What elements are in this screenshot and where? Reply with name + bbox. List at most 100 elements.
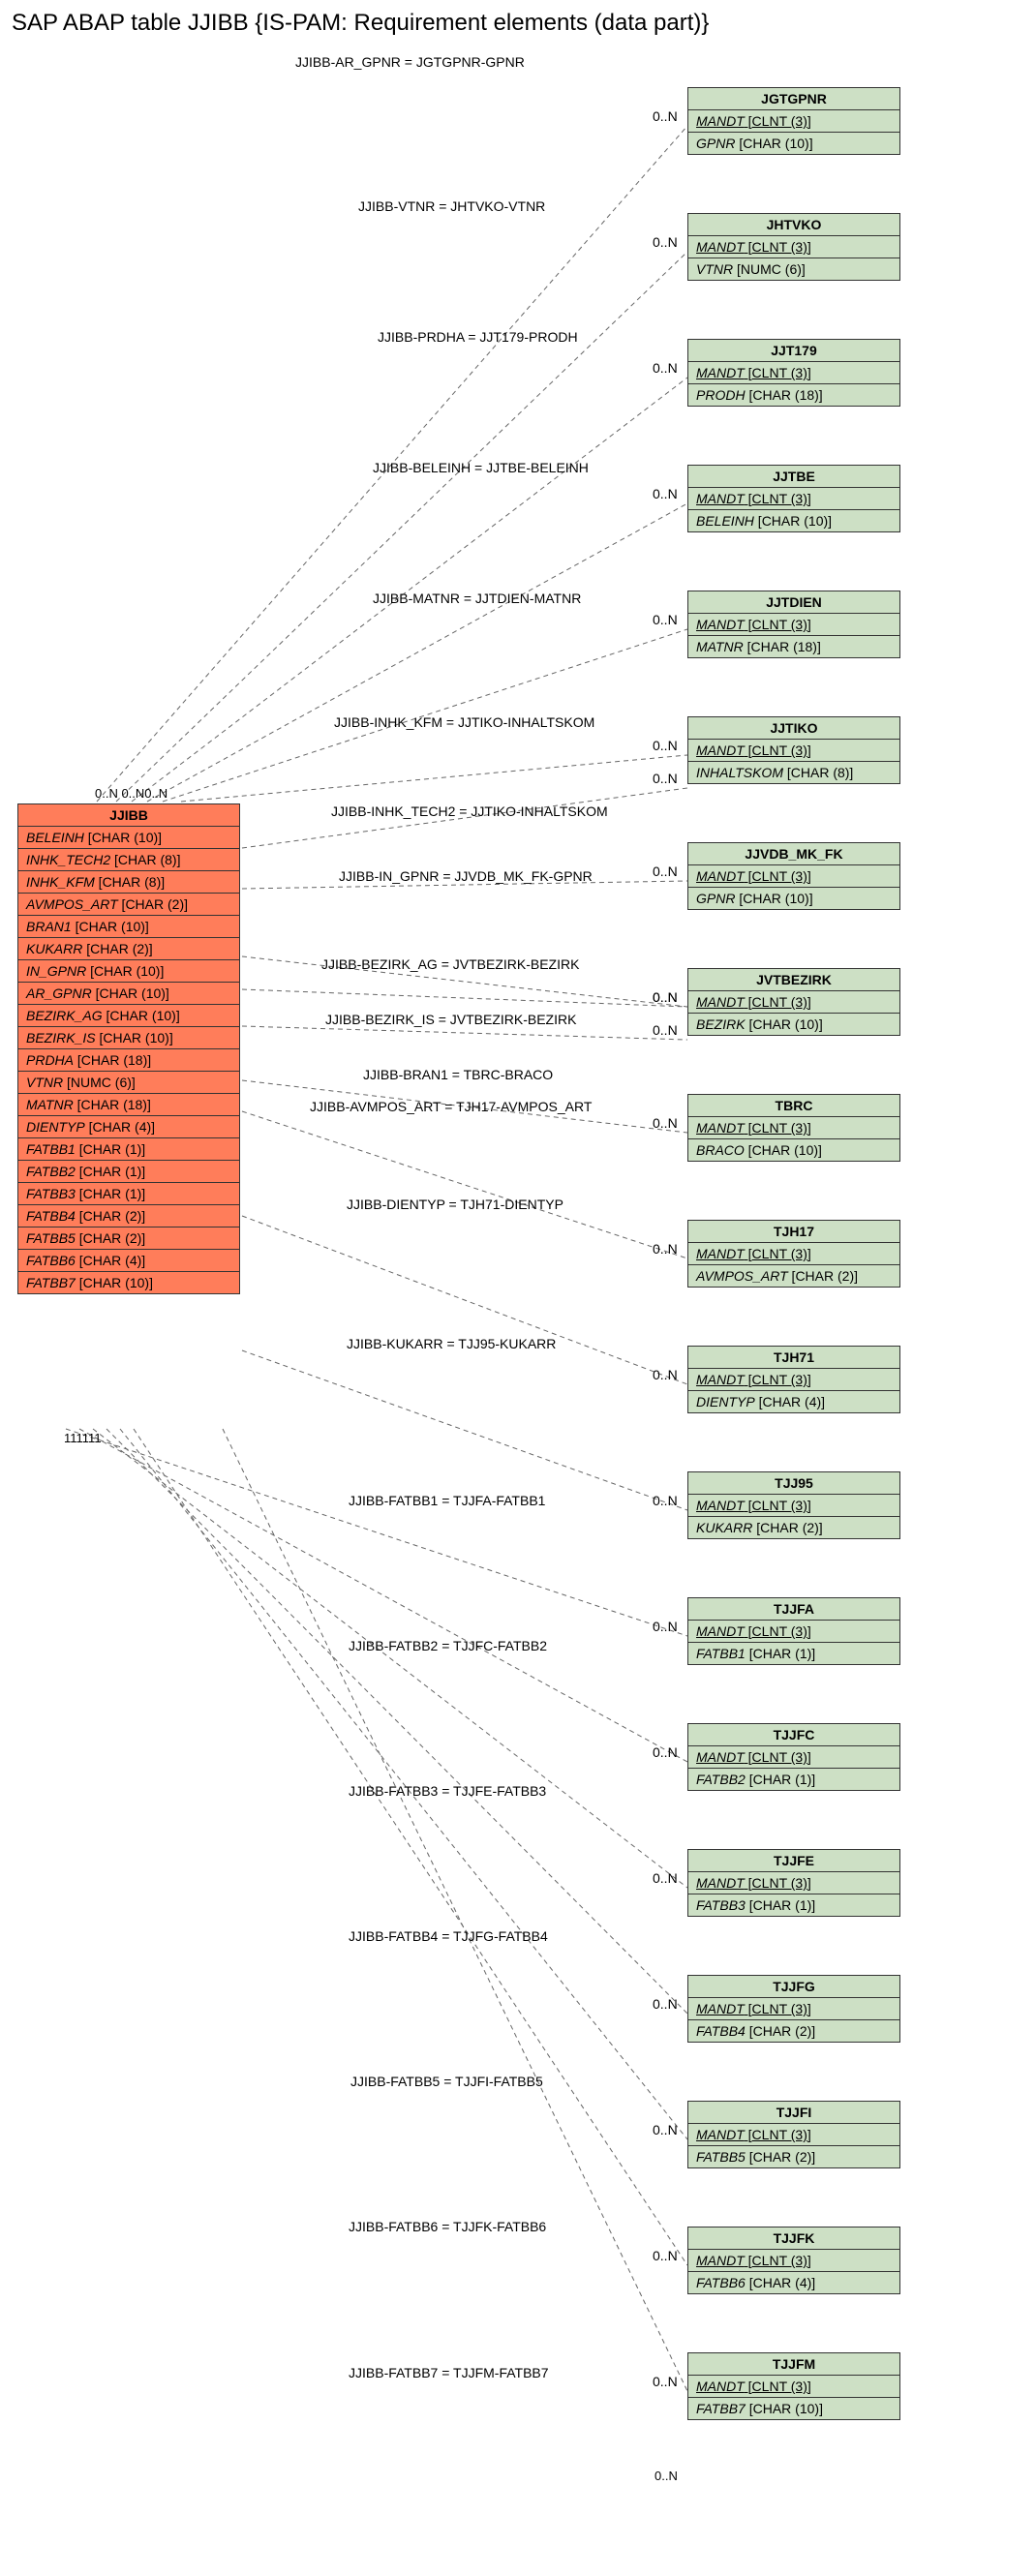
field-row: FATBB6 [CHAR (4)]: [18, 1250, 239, 1272]
field-row: FATBB3 [CHAR (1)]: [688, 1894, 899, 1916]
entity-header: JJTDIEN: [688, 591, 899, 614]
field-row: MANDT [CLNT (3)]: [688, 1621, 899, 1643]
cardinality-right: 0..N: [653, 1493, 678, 1508]
field-row: MANDT [CLNT (3)]: [688, 1117, 899, 1139]
cardinality-right: 0..N: [653, 2248, 678, 2263]
field-row: FATBB5 [CHAR (2)]: [688, 2146, 899, 2167]
field-row: FATBB1 [CHAR (1)]: [18, 1138, 239, 1161]
field-row: FATBB6 [CHAR (4)]: [688, 2272, 899, 2293]
edge-label: JJIBB-FATBB1 = TJJFA-FATBB1: [349, 1493, 545, 1508]
field-row: MANDT [CLNT (3)]: [688, 1998, 899, 2020]
edge-label: JJIBB-BELEINH = JJTBE-BELEINH: [373, 460, 589, 475]
entity-tjjfa: TJJFAMANDT [CLNT (3)]FATBB1 [CHAR (1)]: [687, 1597, 900, 1665]
edge-label: JJIBB-AR_GPNR = JGTGPNR-GPNR: [295, 54, 525, 70]
field-row: MANDT [CLNT (3)]: [688, 2376, 899, 2398]
field-row: VTNR [NUMC (6)]: [18, 1072, 239, 1094]
field-row: AVMPOS_ART [CHAR (2)]: [688, 1265, 899, 1287]
entity-tjj95: TJJ95MANDT [CLNT (3)]KUKARR [CHAR (2)]: [687, 1471, 900, 1539]
edge-label: JJIBB-BRAN1 = TBRC-BRACO: [363, 1067, 553, 1082]
cardinality-right: 0..N: [653, 486, 678, 501]
edge-label: JJIBB-MATNR = JJTDIEN-MATNR: [373, 591, 581, 606]
entity-tjjfk: TJJFKMANDT [CLNT (3)]FATBB6 [CHAR (4)]: [687, 2227, 900, 2294]
entity-jjvdb_mk_fk: JJVDB_MK_FKMANDT [CLNT (3)]GPNR [CHAR (1…: [687, 842, 900, 910]
cardinality-right: 0..N: [653, 2122, 678, 2137]
entity-jvtbezirk: JVTBEZIRKMANDT [CLNT (3)]BEZIRK [CHAR (1…: [687, 968, 900, 1036]
edge-label: JJIBB-FATBB5 = TJJFI-FATBB5: [350, 2074, 543, 2089]
entity-tjjfm: TJJFMMANDT [CLNT (3)]FATBB7 [CHAR (10)]: [687, 2352, 900, 2420]
relation-edge: [242, 1026, 687, 1040]
cardinality-right: 0..N: [653, 2374, 678, 2389]
field-row: AVMPOS_ART [CHAR (2)]: [18, 894, 239, 916]
field-row: MANDT [CLNT (3)]: [688, 362, 899, 384]
entity-jhtvko: JHTVKOMANDT [CLNT (3)]VTNR [NUMC (6)]: [687, 213, 900, 281]
field-row: BEZIRK [CHAR (10)]: [688, 1014, 899, 1035]
field-row: FATBB2 [CHAR (1)]: [18, 1161, 239, 1183]
edge-label: JJIBB-FATBB7 = TJJFM-FATBB7: [349, 2365, 549, 2380]
field-row: MANDT [CLNT (3)]: [688, 991, 899, 1014]
relation-edge: [223, 1429, 687, 2391]
edge-label: JJIBB-AVMPOS_ART = TJH17-AVMPOS_ART: [310, 1099, 592, 1114]
edge-label: JJIBB-FATBB4 = TJJFG-FATBB4: [349, 1928, 548, 1944]
relation-edge: [132, 378, 687, 802]
entity-main-jjibb: JJIBBBELEINH [CHAR (10)]INHK_TECH2 [CHAR…: [17, 803, 240, 1294]
field-row: MANDT [CLNT (3)]: [688, 740, 899, 762]
cardinality-right: 0..N: [653, 360, 678, 376]
cardinality-right: 0..N: [653, 1619, 678, 1634]
cardinality-right: 0..N: [653, 1996, 678, 2012]
relation-edge: [242, 1350, 687, 1510]
edge-label: JJIBB-VTNR = JHTVKO-VTNR: [358, 198, 545, 214]
field-row: MANDT [CLNT (3)]: [688, 2250, 899, 2272]
entity-header: JJTBE: [688, 466, 899, 488]
entity-header: TJH71: [688, 1347, 899, 1369]
page-title: SAP ABAP table JJIBB {IS-PAM: Requiremen…: [12, 10, 709, 37]
field-row: MANDT [CLNT (3)]: [688, 614, 899, 636]
entity-header: TJJFE: [688, 1850, 899, 1872]
entity-header: TJJFK: [688, 2227, 899, 2250]
entity-header: TJJFC: [688, 1724, 899, 1746]
field-row: GPNR [CHAR (10)]: [688, 133, 899, 154]
field-row: MANDT [CLNT (3)]: [688, 1369, 899, 1391]
entity-header: JVTBEZIRK: [688, 969, 899, 991]
edge-label: JJIBB-FATBB2 = TJJFC-FATBB2: [349, 1638, 547, 1653]
field-row: BEZIRK_IS [CHAR (10)]: [18, 1027, 239, 1049]
entity-header: TJJFG: [688, 1976, 899, 1998]
entity-header: TJH17: [688, 1221, 899, 1243]
entity-tjjfc: TJJFCMANDT [CLNT (3)]FATBB2 [CHAR (1)]: [687, 1723, 900, 1791]
relation-edge: [242, 989, 687, 1007]
relation-edge: [181, 755, 687, 802]
entity-jjtdien: JJTDIENMANDT [CLNT (3)]MATNR [CHAR (18)]: [687, 591, 900, 658]
cardinality-right: 0..N: [653, 989, 678, 1005]
cardinality-label: 0..N 0..N0..N: [95, 786, 167, 801]
field-row: DIENTYP [CHAR (4)]: [688, 1391, 899, 1412]
relation-edge: [242, 1111, 687, 1258]
cardinality-right: 0..N: [653, 1870, 678, 1886]
cardinality-label: 111111: [64, 1431, 102, 1445]
field-row: FATBB5 [CHAR (2)]: [18, 1227, 239, 1250]
entity-header: JHTVKO: [688, 214, 899, 236]
edge-label: JJIBB-BEZIRK_AG = JVTBEZIRK-BEZIRK: [321, 956, 579, 972]
entity-jjtiko: JJTIKOMANDT [CLNT (3)]INHALTSKOM [CHAR (…: [687, 716, 900, 784]
field-row: KUKARR [CHAR (2)]: [18, 938, 239, 960]
field-row: MANDT [CLNT (3)]: [688, 488, 899, 510]
field-row: IN_GPNR [CHAR (10)]: [18, 960, 239, 983]
cardinality-right: 0..N: [653, 1115, 678, 1131]
field-row: FATBB4 [CHAR (2)]: [18, 1205, 239, 1227]
entity-tjh71: TJH71MANDT [CLNT (3)]DIENTYP [CHAR (4)]: [687, 1346, 900, 1413]
field-row: INHALTSKOM [CHAR (8)]: [688, 762, 899, 783]
cardinality-right: 0..N: [653, 1241, 678, 1257]
entity-header: JGTGPNR: [688, 88, 899, 110]
field-row: MATNR [CHAR (18)]: [688, 636, 899, 657]
field-row: GPNR [CHAR (10)]: [688, 888, 899, 909]
field-row: KUKARR [CHAR (2)]: [688, 1517, 899, 1538]
field-row: BRACO [CHAR (10)]: [688, 1139, 899, 1161]
entity-header: TJJ95: [688, 1472, 899, 1495]
cardinality-right: 0..N: [653, 234, 678, 250]
field-row: FATBB3 [CHAR (1)]: [18, 1183, 239, 1205]
relation-edge: [147, 503, 687, 802]
edge-label: JJIBB-INHK_TECH2 = JJTIKO-INHALTSKOM: [331, 803, 608, 819]
relation-edge: [134, 1429, 687, 2265]
field-row: MANDT [CLNT (3)]: [688, 2124, 899, 2146]
edge-label: JJIBB-KUKARR = TJJ95-KUKARR: [347, 1336, 556, 1351]
edge-label: JJIBB-IN_GPNR = JJVDB_MK_FK-GPNR: [339, 868, 593, 884]
field-row: DIENTYP [CHAR (4)]: [18, 1116, 239, 1138]
